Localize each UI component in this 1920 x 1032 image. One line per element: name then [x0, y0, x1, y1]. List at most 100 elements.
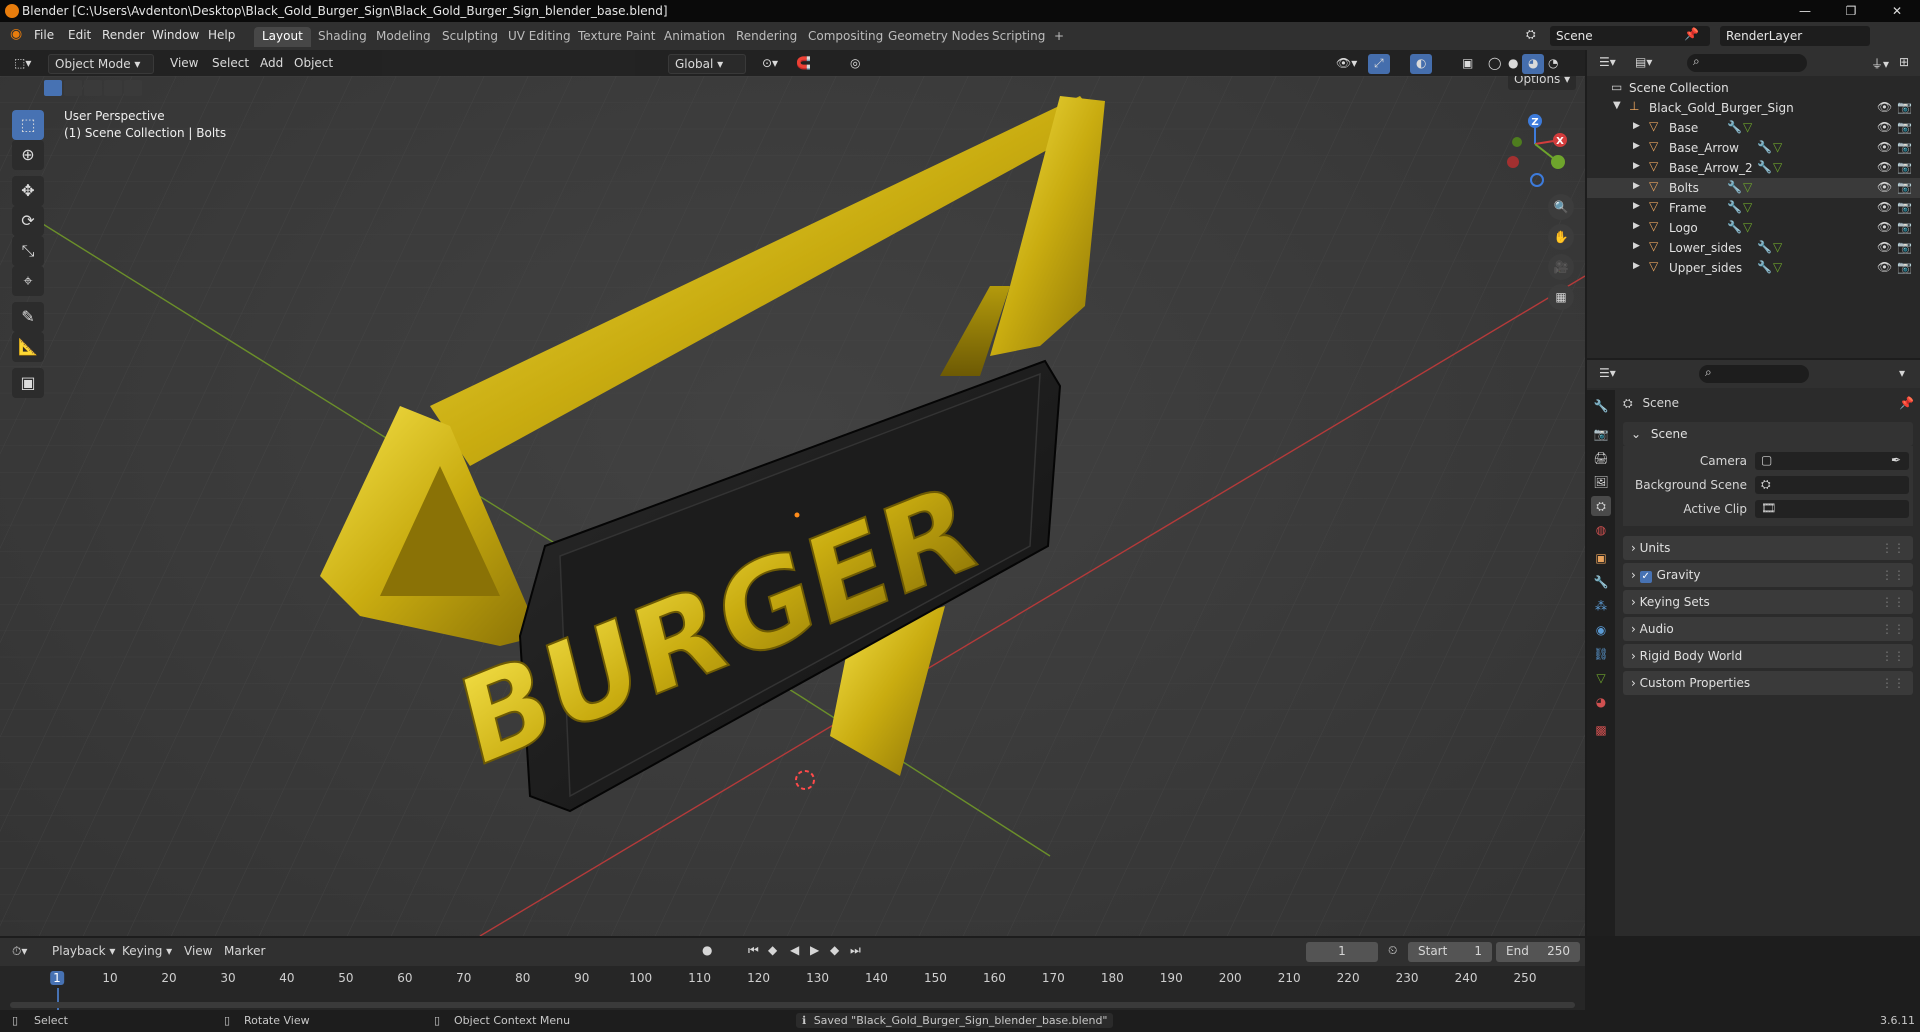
- editor-type-icon[interactable]: ⬚▾: [8, 54, 37, 74]
- prev-keyframe-icon[interactable]: ◆: [768, 943, 777, 957]
- menu-help[interactable]: Help: [208, 28, 235, 42]
- outliner-row-object[interactable]: ▶ ▽ Logo 🔧 ▽ 👁 📷: [1587, 218, 1920, 238]
- modifier-icon[interactable]: 🔧: [1757, 160, 1772, 174]
- expand-arrow-icon[interactable]: ▶: [1633, 221, 1640, 231]
- render-tab-icon[interactable]: 📷: [1591, 424, 1611, 444]
- proportional-edit-icon[interactable]: ◎: [844, 54, 866, 74]
- mesh-data-icon[interactable]: ▽: [1773, 240, 1782, 254]
- modifier-icon[interactable]: 🔧: [1757, 140, 1772, 154]
- add-cube-tool-icon[interactable]: ▣: [12, 368, 44, 398]
- expand-arrow-icon[interactable]: ▶: [1633, 261, 1640, 271]
- menu-marker[interactable]: Marker: [224, 944, 265, 958]
- object-tab-icon[interactable]: ▣: [1591, 548, 1611, 568]
- tab-layout[interactable]: Layout: [254, 27, 311, 47]
- tab-texture-paint[interactable]: Texture Paint: [570, 27, 663, 47]
- annotate-tool-icon[interactable]: ✎: [12, 302, 44, 332]
- panel-custom-properties[interactable]: › Custom Properties ⋮⋮: [1623, 671, 1913, 695]
- select-extend-icon[interactable]: [64, 80, 82, 96]
- expand-arrow-icon[interactable]: ▶: [1633, 181, 1640, 191]
- visibility-eye-icon[interactable]: 👁: [1877, 180, 1892, 194]
- move-tool-icon[interactable]: ✥: [12, 176, 44, 206]
- record-icon[interactable]: ●: [702, 943, 712, 957]
- drag-handle-icon[interactable]: ⋮⋮: [1881, 595, 1905, 609]
- visibility-eye-icon[interactable]: 👁: [1877, 200, 1892, 214]
- tab-rendering[interactable]: Rendering: [728, 27, 805, 47]
- mesh-data-icon[interactable]: ▽: [1743, 180, 1752, 194]
- mesh-data-icon[interactable]: ▽: [1773, 140, 1782, 154]
- mesh-data-icon[interactable]: ▽: [1773, 160, 1782, 174]
- render-camera-icon[interactable]: 📷: [1897, 160, 1912, 174]
- panel-rigid-body-world[interactable]: › Rigid Body World ⋮⋮: [1623, 644, 1913, 668]
- zoom-icon[interactable]: 🔍: [1548, 194, 1574, 220]
- pin-icon[interactable]: 📌: [1684, 27, 1699, 41]
- perspective-toggle-icon[interactable]: ▦: [1548, 284, 1574, 310]
- menu-file[interactable]: File: [34, 28, 54, 42]
- transform-tool-icon[interactable]: ⌖: [12, 266, 44, 296]
- render-camera-icon[interactable]: 📷: [1897, 120, 1912, 134]
- orientation-dropdown[interactable]: Global ▾: [668, 54, 746, 74]
- outliner-row-object[interactable]: ▶ ▽ Base_Arrow_2 🔧 ▽ 👁 📷: [1587, 158, 1920, 178]
- outliner-row-object[interactable]: ▶ ▽ Base 🔧 ▽ 👁 📷: [1587, 118, 1920, 138]
- menu-select[interactable]: Select: [206, 54, 255, 74]
- jump-start-icon[interactable]: ⏮: [748, 943, 759, 958]
- maximize-button[interactable]: ❐: [1828, 0, 1874, 22]
- scene-selector-icon[interactable]: ⛭: [1526, 27, 1536, 42]
- expand-arrow-icon[interactable]: ▶: [1633, 121, 1640, 131]
- menu-window[interactable]: Window: [152, 28, 199, 42]
- visibility-eye-icon[interactable]: 👁: [1877, 100, 1892, 114]
- visibility-eye-icon[interactable]: 👁: [1877, 220, 1892, 234]
- visibility-eye-icon[interactable]: 👁: [1877, 120, 1892, 134]
- visibility-icon[interactable]: 👁▾: [1330, 54, 1363, 74]
- physics-tab-icon[interactable]: ◉: [1591, 620, 1611, 640]
- panel-units[interactable]: › Units ⋮⋮: [1623, 536, 1913, 560]
- 3d-viewport[interactable]: BURGER Z X User Perspective (1) Scene Co…: [0, 76, 1585, 936]
- tab-uv-editing[interactable]: UV Editing: [500, 27, 579, 47]
- mode-dropdown[interactable]: Object Mode ▾: [48, 54, 154, 74]
- scene-tab-icon[interactable]: ⛭: [1591, 496, 1611, 516]
- render-camera-icon[interactable]: 📷: [1897, 140, 1912, 154]
- start-frame-field[interactable]: Start 1: [1408, 942, 1492, 962]
- output-tab-icon[interactable]: 🖨: [1591, 448, 1611, 468]
- render-camera-icon[interactable]: 📷: [1897, 260, 1912, 274]
- gizmo-toggle-icon[interactable]: ⤢: [1368, 54, 1390, 74]
- select-new-icon[interactable]: [44, 80, 62, 96]
- render-camera-icon[interactable]: 📷: [1897, 200, 1912, 214]
- outliner-row-collection[interactable]: ▼ ⊥ Black_Gold_Burger_Sign 👁 📷: [1587, 98, 1920, 118]
- blender-menu-icon[interactable]: ◉: [10, 26, 22, 42]
- new-collection-icon[interactable]: ⊞: [1899, 55, 1909, 69]
- play-icon[interactable]: ▶: [810, 943, 819, 957]
- outliner-row-object[interactable]: ▶ ▽ Bolts 🔧 ▽ 👁 📷: [1587, 178, 1920, 198]
- camera-field[interactable]: ▢ ✒: [1755, 452, 1909, 470]
- outliner-row-object[interactable]: ▶ ▽ Base_Arrow 🔧 ▽ 👁 📷: [1587, 138, 1920, 158]
- visibility-eye-icon[interactable]: 👁: [1877, 260, 1892, 274]
- menu-render[interactable]: Render: [102, 28, 145, 42]
- scale-tool-icon[interactable]: ⤡: [12, 236, 44, 266]
- outliner-row-scene-collection[interactable]: ▭ Scene Collection: [1587, 78, 1920, 98]
- modifier-icon[interactable]: 🔧: [1727, 220, 1742, 234]
- constraints-tab-icon[interactable]: ⛓: [1591, 644, 1611, 664]
- xray-icon[interactable]: ▣: [1456, 54, 1479, 74]
- properties-search-input[interactable]: ⌕: [1699, 365, 1809, 383]
- menu-object[interactable]: Object: [288, 54, 339, 74]
- menu-edit[interactable]: Edit: [68, 28, 91, 42]
- modifier-icon[interactable]: 🔧: [1727, 120, 1742, 134]
- tool-tab-icon[interactable]: 🔧: [1591, 396, 1611, 416]
- cursor-tool-icon[interactable]: ⊕: [12, 140, 44, 170]
- panel-keying-sets[interactable]: › Keying Sets ⋮⋮: [1623, 590, 1913, 614]
- render-camera-icon[interactable]: 📷: [1897, 220, 1912, 234]
- modifier-icon[interactable]: 🔧: [1727, 200, 1742, 214]
- expand-arrow-icon[interactable]: ▶: [1633, 201, 1640, 211]
- outliner-search-input[interactable]: ⌕: [1687, 54, 1807, 72]
- close-button[interactable]: ✕: [1874, 0, 1920, 22]
- outliner-editor-type-icon[interactable]: ☰▾: [1599, 55, 1616, 69]
- menu-timeline-view[interactable]: View: [184, 944, 212, 958]
- properties-pin-icon[interactable]: 📌: [1899, 396, 1914, 410]
- render-camera-icon[interactable]: 📷: [1897, 180, 1912, 194]
- modifier-icon[interactable]: 🔧: [1757, 240, 1772, 254]
- timeline-scrollbar[interactable]: [10, 1002, 1575, 1008]
- tab-geometry-nodes[interactable]: Geometry Nodes: [880, 27, 997, 47]
- background-scene-field[interactable]: ⛭: [1755, 476, 1909, 494]
- scene-section-header[interactable]: ⌄ Scene: [1623, 422, 1913, 446]
- tab-compositing[interactable]: Compositing: [800, 27, 891, 47]
- panel-audio[interactable]: › Audio ⋮⋮: [1623, 617, 1913, 641]
